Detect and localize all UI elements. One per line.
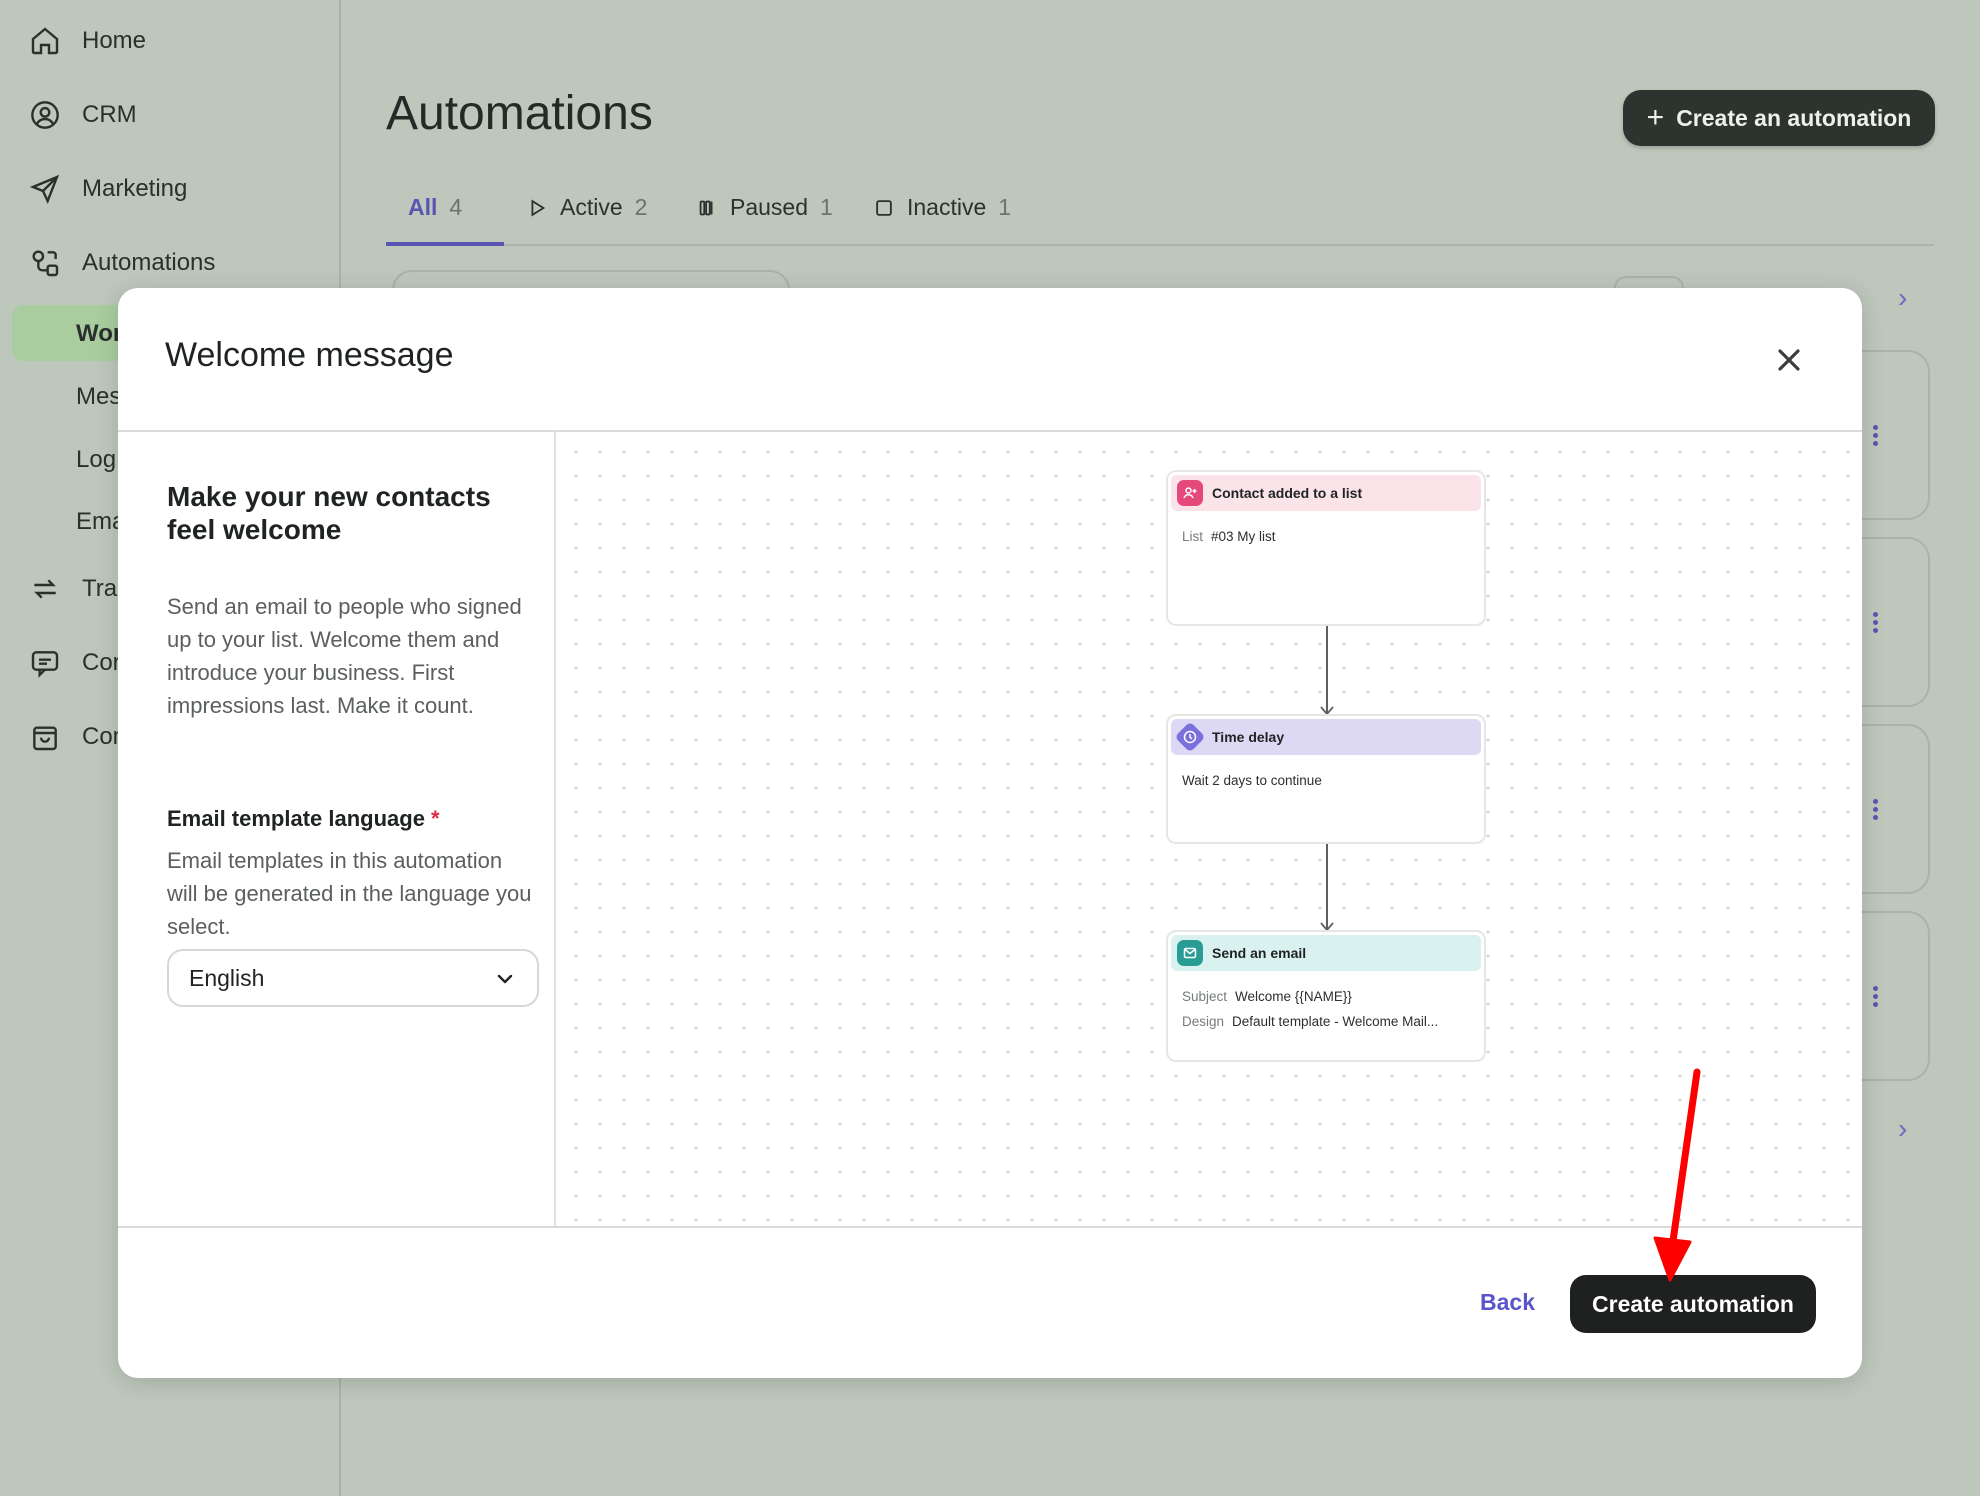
tab-count: 1 — [998, 194, 1012, 220]
tab-all[interactable]: All 4 — [408, 190, 462, 246]
chat-icon — [28, 646, 62, 680]
plus-icon: + — [1646, 101, 1665, 134]
subject-key: Subject — [1182, 989, 1228, 1004]
more-options-icon[interactable] — [1873, 799, 1881, 823]
modal-heading: Make your new contacts feel welcome — [167, 481, 491, 545]
tab-label: Active — [560, 194, 623, 220]
create-automation-top-button[interactable]: + Create an automation — [1623, 90, 1935, 146]
back-button[interactable]: Back — [1480, 1289, 1535, 1316]
more-options-icon[interactable] — [1873, 986, 1881, 1010]
language-label: Email template language * — [167, 806, 440, 832]
tab-label: Inactive — [907, 194, 987, 220]
chevron-down-icon — [497, 974, 513, 984]
delay-node-title: Time delay — [1212, 729, 1285, 745]
close-button[interactable] — [1769, 340, 1809, 380]
delay-node-text: Wait 2 days to continue — [1182, 773, 1322, 788]
automation-icon — [28, 246, 62, 280]
modal-title: Welcome message — [165, 336, 454, 374]
more-options-icon[interactable] — [1873, 425, 1881, 449]
tab-active-underline — [386, 242, 504, 246]
tab-count: 2 — [634, 194, 648, 220]
language-select[interactable]: English — [167, 949, 539, 1007]
tab-count: 1 — [820, 194, 833, 220]
trigger-node-header: Contact added to a list — [1171, 475, 1481, 511]
send-icon — [28, 172, 62, 206]
mail-icon — [1177, 940, 1203, 966]
clock-icon — [1174, 721, 1206, 753]
square-icon — [876, 200, 892, 216]
more-options-icon[interactable] — [1873, 612, 1881, 636]
sidebar-subitem-messages[interactable]: Mes — [76, 383, 121, 411]
trigger-node-title: Contact added to a list — [1212, 485, 1363, 501]
play-icon — [531, 199, 546, 217]
create-automation-button[interactable]: Create automation — [1570, 1275, 1816, 1333]
delay-node-header: Time delay — [1171, 719, 1481, 755]
list-value: #03 My list — [1211, 529, 1276, 544]
tab-inactive[interactable]: Inactive 1 — [873, 190, 1011, 246]
flow-connector — [1326, 626, 1328, 714]
tab-count: 4 — [449, 194, 463, 220]
sidebar-item-home[interactable]: Home — [0, 4, 341, 78]
language-label-text: Email template language — [167, 806, 425, 831]
sidebar-item-label: CRM — [82, 101, 137, 128]
tab-active[interactable]: Active 2 — [526, 190, 647, 246]
design-value: Default template - Welcome Mail... — [1232, 1014, 1439, 1029]
divider — [118, 1226, 1862, 1228]
delay-node[interactable]: Time delay Wait 2 days to continue — [1166, 714, 1486, 844]
transfer-icon — [28, 572, 62, 606]
page-title: Automations — [386, 87, 653, 140]
sidebar-subitem-logs[interactable]: Log — [76, 446, 116, 474]
user-add-icon — [1177, 480, 1203, 506]
list-key: List — [1182, 529, 1204, 544]
home-icon — [28, 24, 62, 58]
bag-icon — [28, 720, 62, 754]
chevron-right-icon[interactable]: › — [1898, 1113, 1907, 1145]
welcome-message-modal: Welcome message Make your new contacts f… — [118, 288, 1862, 1378]
pause-icon — [699, 200, 713, 216]
sidebar-item-label: Marketing — [82, 175, 188, 202]
sidebar-subitem-workflows[interactable]: Wor — [76, 320, 122, 348]
email-node-header: Send an email — [1171, 935, 1481, 971]
workflow-canvas: Contact added to a list List #03 My list … — [556, 432, 1862, 1226]
tab-paused[interactable]: Paused 1 — [696, 190, 833, 246]
required-mark: * — [430, 806, 440, 831]
language-select-value: English — [189, 964, 265, 991]
sidebar-item-label: Home — [82, 27, 147, 54]
user-circle-icon — [28, 98, 62, 132]
close-icon — [1778, 349, 1800, 371]
tab-label: Paused — [730, 194, 809, 220]
email-node[interactable]: Send an email Subject Welcome {{NAME}} De… — [1166, 930, 1486, 1062]
language-help-text: Email templates in this automation will … — [167, 848, 532, 939]
trigger-node[interactable]: Contact added to a list List #03 My list — [1166, 470, 1486, 626]
flow-connector — [1326, 844, 1328, 930]
email-node-title: Send an email — [1212, 945, 1307, 961]
create-automation-top-label: Create an automation — [1676, 104, 1912, 131]
sidebar-item-crm[interactable]: CRM — [0, 78, 341, 152]
modal-description: Send an email to people who signed up to… — [167, 594, 522, 718]
sidebar-item-marketing[interactable]: Marketing — [0, 152, 341, 226]
sidebar-item-label: Automations — [82, 249, 216, 276]
tab-label: All — [408, 194, 438, 220]
design-key: Design — [1182, 1014, 1225, 1029]
subject-value: Welcome {{NAME}} — [1235, 989, 1352, 1004]
chevron-right-icon[interactable]: › — [1898, 282, 1907, 314]
status-tabs: All 4 Active 2 Paused 1 Inactive 1 — [386, 190, 1934, 246]
